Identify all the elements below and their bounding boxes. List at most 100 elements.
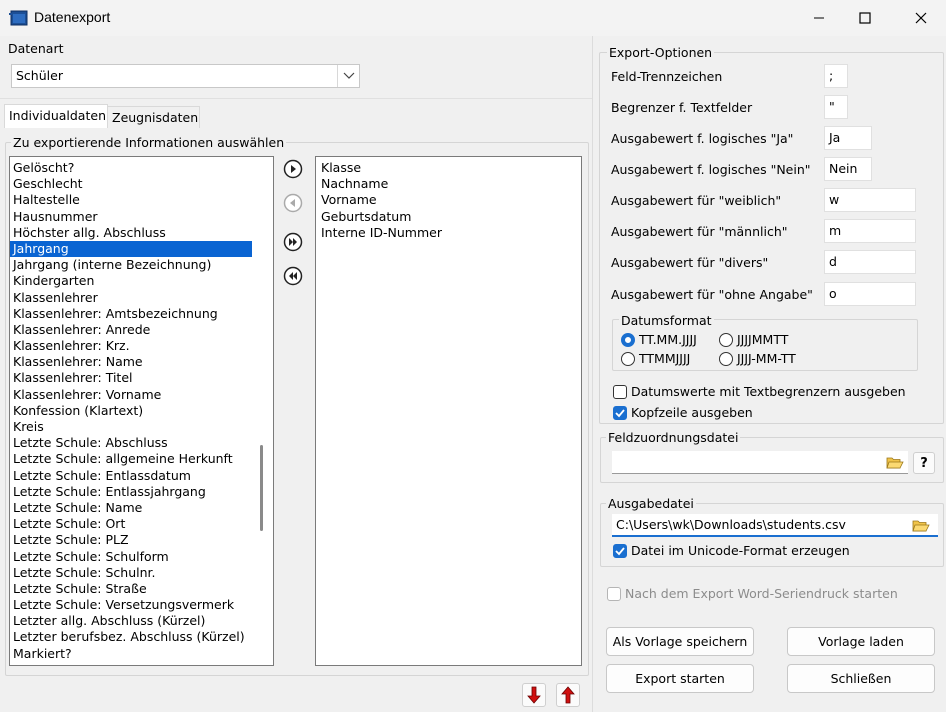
maximize-button[interactable] [842, 0, 888, 36]
help-button[interactable]: ? [913, 452, 935, 474]
add-all-fields-button[interactable] [282, 231, 304, 253]
close-button[interactable]: Schließen [787, 664, 935, 693]
remove-all-fields-button[interactable] [282, 265, 304, 287]
available-field-item[interactable]: Klassenlehrer: Vorname [10, 387, 252, 403]
app-icon [9, 10, 28, 26]
available-field-item[interactable]: Markiert? [10, 646, 252, 662]
option-label: Ausgabewert für "divers" [611, 255, 769, 270]
kopfzeile-checkbox[interactable]: Kopfzeile ausgeben [613, 405, 753, 420]
chevron-down-icon [343, 72, 354, 79]
date-format-jjjj-mm-tt[interactable]: JJJJ-MM-TT [719, 351, 796, 366]
textbegrenzer-datum-checkbox[interactable]: Datumswerte mit Textbegrenzern ausgeben [613, 384, 906, 399]
available-field-item[interactable]: Letzter allg. Abschluss (Kürzel) [10, 613, 252, 629]
option-input[interactable]: d [824, 250, 916, 274]
available-field-item[interactable]: Jahrgang [10, 240, 252, 258]
date-format-jjjjmmtt[interactable]: JJJJMMTT [719, 332, 788, 347]
available-field-item[interactable]: Klassenlehrer: Anrede [10, 322, 252, 338]
feldzuordnung-input[interactable] [612, 451, 908, 474]
move-up-button[interactable] [556, 683, 580, 707]
available-fields-list[interactable]: Gelöscht? Geschlecht Haltestelle Hausnummer… [9, 156, 274, 666]
move-down-button[interactable] [522, 683, 546, 707]
divider [0, 98, 592, 99]
datenart-dropdown-button[interactable] [337, 65, 359, 87]
available-field-item[interactable]: Letzte Schule: Name [10, 500, 252, 516]
available-field-item[interactable]: Konfession (Klartext) [10, 403, 252, 419]
available-field-item[interactable]: Letzte Schule: PLZ [10, 532, 252, 548]
chosen-field-item[interactable]: Nachname [318, 176, 581, 192]
remove-field-button[interactable] [282, 192, 304, 214]
available-field-item[interactable]: Letzter berufsbez. Abschluss (Kürzel) [10, 629, 252, 645]
chosen-field-item[interactable]: Interne ID-Nummer [318, 225, 581, 241]
option-input[interactable]: w [824, 188, 916, 212]
close-window-button[interactable] [898, 0, 944, 36]
chosen-fields-list[interactable]: Klasse Nachname Vorname Geburtsdatum Interne… [315, 156, 582, 666]
available-field-item[interactable]: Höchster allg. Abschluss [10, 225, 252, 241]
add-field-button[interactable] [282, 158, 304, 180]
option-input[interactable]: Ja [824, 126, 872, 150]
checkbox-box[interactable] [613, 543, 627, 558]
option-input[interactable]: Nein [824, 157, 872, 181]
available-field-item[interactable]: Letzte Schule: Straße [10, 581, 252, 597]
available-field-item[interactable]: Hausnummer [10, 209, 252, 225]
radio-selected[interactable] [621, 332, 635, 347]
available-field-item[interactable]: Kreis [10, 419, 252, 435]
available-field-item[interactable]: Gelöscht? [10, 160, 252, 176]
available-field-item[interactable]: Letzte Schule: Entlassdatum [10, 468, 252, 484]
available-fields-scrollbar[interactable] [258, 157, 273, 665]
option-label: Feld-Trennzeichen [611, 69, 723, 84]
radio[interactable] [719, 351, 733, 366]
arrow-left-circle-icon [283, 193, 303, 213]
option-value: ; [829, 68, 834, 83]
available-field-item[interactable]: Geschlecht [10, 176, 252, 192]
button-label: Schließen [830, 671, 892, 686]
tab-label: Individualdaten [9, 108, 106, 123]
chosen-field-item[interactable]: Klasse [318, 160, 581, 176]
scrollbar-thumb[interactable] [260, 445, 263, 531]
button-label: Als Vorlage speichern [612, 634, 748, 649]
available-field-item[interactable]: Letzte Schule: Entlassjahrgang [10, 484, 252, 500]
available-field-item[interactable]: Klassenlehrer: Krz. [10, 338, 252, 354]
chosen-field-item[interactable]: Geburtsdatum [318, 209, 581, 225]
available-field-item[interactable]: Haltestelle [10, 192, 252, 208]
ausgabedatei-browse-button[interactable] [910, 515, 932, 535]
available-field-item[interactable]: Letzte Schule: Schulnr. [10, 565, 252, 581]
available-field-item[interactable]: Letzte Schule: Versetzungsvermerk [10, 597, 252, 613]
available-field-item[interactable]: Klassenlehrer: Amtsbezeichnung [10, 306, 252, 322]
date-format-tt-mm-jjjj[interactable]: TT.MM.JJJJ [621, 332, 697, 347]
checkbox-box[interactable] [613, 405, 627, 420]
checkbox-box[interactable] [607, 586, 621, 601]
chosen-field-item[interactable]: Vorname [318, 192, 581, 208]
tab-zeugnisdaten[interactable]: Zeugnisdaten [108, 106, 200, 128]
available-field-item[interactable]: Kindergarten [10, 273, 252, 289]
start-export-button[interactable]: Export starten [606, 664, 754, 693]
option-input[interactable]: ; [824, 64, 848, 88]
minimize-icon [814, 17, 824, 19]
ausgabedatei-input[interactable]: C:\Users\wk\Downloads\students.csv [612, 514, 938, 537]
date-format-ttmmjjjj[interactable]: TTMMJJJJ [621, 351, 690, 366]
datenart-select[interactable]: Schüler [11, 64, 360, 88]
available-field-item[interactable]: Letzte Schule: allgemeine Herkunft [10, 451, 252, 467]
available-field-item[interactable]: Klassenlehrer: Name [10, 354, 252, 370]
available-field-item[interactable]: Jahrgang (interne Bezeichnung) [10, 257, 252, 273]
double-arrow-right-circle-icon [283, 232, 303, 252]
save-template-button[interactable]: Als Vorlage speichern [606, 627, 754, 656]
option-input[interactable]: " [824, 95, 848, 119]
minimize-button[interactable] [796, 0, 842, 36]
checkbox-box[interactable] [613, 384, 627, 399]
option-label: Begrenzer f. Textfelder [611, 100, 753, 115]
radio[interactable] [621, 351, 635, 366]
available-field-item[interactable]: Letzte Schule: Abschluss [10, 435, 252, 451]
available-field-item[interactable]: Letzte Schule: Ort [10, 516, 252, 532]
radio[interactable] [719, 332, 733, 347]
option-input[interactable]: o [824, 282, 916, 306]
unicode-checkbox[interactable]: Datei im Unicode-Format erzeugen [613, 543, 850, 558]
feldzuordnung-browse-button[interactable] [884, 452, 906, 472]
option-input[interactable]: m [824, 219, 916, 243]
tab-individualdaten[interactable]: Individualdaten [4, 104, 108, 128]
available-field-item[interactable]: Klassenlehrer: Titel [10, 370, 252, 386]
arrow-right-circle-icon [283, 159, 303, 179]
available-field-item[interactable]: Klassenlehrer [10, 290, 252, 306]
available-field-item[interactable]: Letzte Schule: Schulform [10, 549, 252, 565]
load-template-button[interactable]: Vorlage laden [787, 627, 935, 656]
seriendruck-checkbox[interactable]: Nach dem Export Word-Seriendruck starten [607, 586, 898, 601]
